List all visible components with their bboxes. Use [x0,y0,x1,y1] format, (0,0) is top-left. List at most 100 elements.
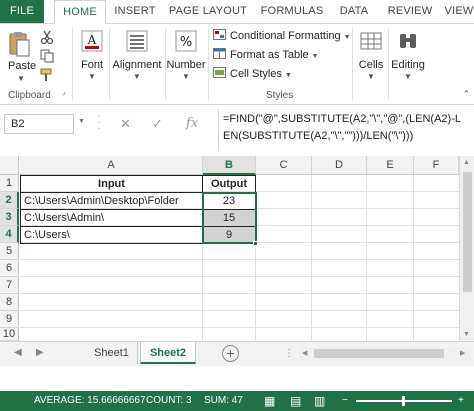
insert-function-icon[interactable]: fx [186,116,198,131]
column-header-c[interactable]: C [256,156,312,175]
normal-view-icon[interactable]: ▦ [264,391,275,411]
row-header-6[interactable]: 6 [0,260,19,277]
cell-a3[interactable]: C:\Users\Admin\ [20,209,203,227]
conditional-formatting-button[interactable]: Conditional Formatting ▼ [213,27,351,45]
column-header-b[interactable]: B [203,156,256,175]
cell-a4[interactable]: C:\Users\ [20,226,203,244]
select-all-corner[interactable] [0,156,19,175]
zoom-in-icon[interactable]: + [458,391,464,411]
previous-sheet-icon[interactable]: ◀ [14,347,22,358]
cell-b2[interactable]: 23 [202,192,256,210]
cancel-icon[interactable]: ✕ [120,116,131,132]
cell-b4[interactable]: 9 [202,226,256,244]
sheet-tab-sheet1[interactable]: Sheet1 [86,342,138,364]
cell-b1[interactable]: Output [202,175,256,193]
scroll-down-icon[interactable]: ▼ [463,331,470,338]
tab-home[interactable]: HOME [54,0,106,24]
gridline [20,276,459,277]
cell-a1[interactable]: Input [20,175,203,193]
cell-styles-icon [213,67,226,78]
column-header-f[interactable]: F [414,156,459,175]
format-as-table-dropdown-icon: ▼ [311,53,319,60]
format-painter-icon[interactable] [40,68,54,82]
tab-data[interactable]: DATA [333,0,375,23]
next-sheet-icon[interactable]: ▶ [36,347,44,358]
font-button[interactable]: A Font ▼ [78,30,106,81]
gridline [413,175,414,341]
row-header-2[interactable]: 2 [0,192,19,209]
cell-styles-button[interactable]: Cell Styles ▼ [213,65,292,83]
cells-dropdown-icon: ▼ [367,72,375,81]
styles-group-label: Styles [266,90,294,101]
scroll-up-icon[interactable]: ▲ [463,159,470,166]
collapse-ribbon-icon[interactable]: ⌃ [462,89,470,100]
page-break-view-icon[interactable]: ▥ [314,391,325,411]
scroll-right-icon[interactable]: ▶ [460,349,465,357]
tab-insert[interactable]: INSERT [110,0,160,23]
number-button[interactable]: % Number ▼ [166,30,206,81]
status-sum: SUM: 47 [204,395,243,406]
vertical-scrollbar[interactable]: ▲ ▼ [459,156,474,341]
row-header-1[interactable]: 1 [0,175,19,192]
column-header-d[interactable]: D [312,156,367,175]
row-header-7[interactable]: 7 [0,277,19,294]
font-dropdown-icon: ▼ [88,72,96,81]
vertical-scroll-thumb[interactable] [463,172,472,292]
status-bar: AVERAGE: 15.66666667 COUNT: 3 SUM: 47 ▦ … [0,391,474,411]
group-separator [109,28,110,100]
editing-button[interactable]: Editing ▼ [390,30,426,81]
alignment-label: Alignment [112,59,162,71]
fill-handle[interactable] [253,241,258,246]
row-header-5[interactable]: 5 [0,243,19,260]
conditional-formatting-label: Conditional Formatting [230,30,341,42]
name-box[interactable]: B2 [4,114,74,134]
status-count: COUNT: 3 [146,395,192,406]
tab-page-layout[interactable]: PAGE LAYOUT [168,0,248,23]
page-layout-view-icon[interactable]: ▤ [290,391,301,411]
tab-formulas[interactable]: FORMULAS [257,0,327,23]
row-header-8[interactable]: 8 [0,294,19,311]
column-header-a[interactable]: A [20,156,203,175]
column-header-e[interactable]: E [367,156,414,175]
add-sheet-icon[interactable]: + [222,345,239,362]
paste-dropdown-icon[interactable]: ▼ [17,74,25,83]
copy-icon[interactable] [40,49,54,63]
scroll-left-icon[interactable]: ◀ [302,349,307,357]
cells-button[interactable]: Cells ▼ [356,30,386,81]
row-header-10[interactable]: 10 [0,328,19,341]
formula-buttons: ✕ ✓ fx [108,112,212,136]
tab-split-handle-icon[interactable]: ⋮ [284,348,294,359]
zoom-slider-thumb[interactable] [402,396,405,406]
zoom-out-icon[interactable]: − [342,391,348,411]
alignment-button[interactable]: Alignment ▼ [111,30,163,81]
conditional-formatting-icon [213,29,226,40]
row-header-9[interactable]: 9 [0,311,19,328]
status-average: AVERAGE: 15.66666667 [34,395,146,406]
horizontal-scroll-thumb[interactable] [314,349,444,358]
horizontal-scrollbar[interactable]: ◀ ▶ [300,347,470,360]
tab-review[interactable]: REVIEW [383,0,437,23]
svg-text:%: % [180,35,192,50]
enter-icon[interactable]: ✓ [152,116,163,132]
name-box-dropdown-icon[interactable]: ▼ [78,118,85,125]
conditional-formatting-dropdown-icon: ▼ [343,34,351,41]
row-header-4[interactable]: 4 [0,226,19,243]
gridline [20,327,459,328]
font-icon: A [81,30,103,52]
format-as-table-icon [213,48,226,59]
row-header-3[interactable]: 3 [0,209,19,226]
cells-icon [360,32,382,50]
cell-styles-dropdown-icon: ▼ [284,72,292,79]
cut-icon[interactable] [40,30,54,44]
resize-handle-icon[interactable]: · · · [96,112,102,134]
cell-a2[interactable]: C:\Users\Admin\Desktop\Folder [20,192,203,210]
formula-input[interactable]: =FIND("@",SUBSTITUTE(A2,"\","@",(LEN(A2)… [218,109,470,151]
sheet-tab-sheet2[interactable]: Sheet2 [140,342,196,364]
format-as-table-button[interactable]: Format as Table ▼ [213,46,319,64]
sheet-tab-bar: ◀ ▶ Sheet1 Sheet2 + ⋮ ◀ ▶ [0,341,474,366]
tab-file[interactable]: FILE [0,0,44,23]
worksheet-grid: A B C D E F 1 2 3 4 5 6 7 8 9 10 Input O… [0,156,474,341]
tab-view[interactable]: VIEW [444,0,474,23]
cell-b3[interactable]: 15 [202,209,256,227]
clipboard-launcher-icon[interactable]: ⌟ [62,87,76,101]
